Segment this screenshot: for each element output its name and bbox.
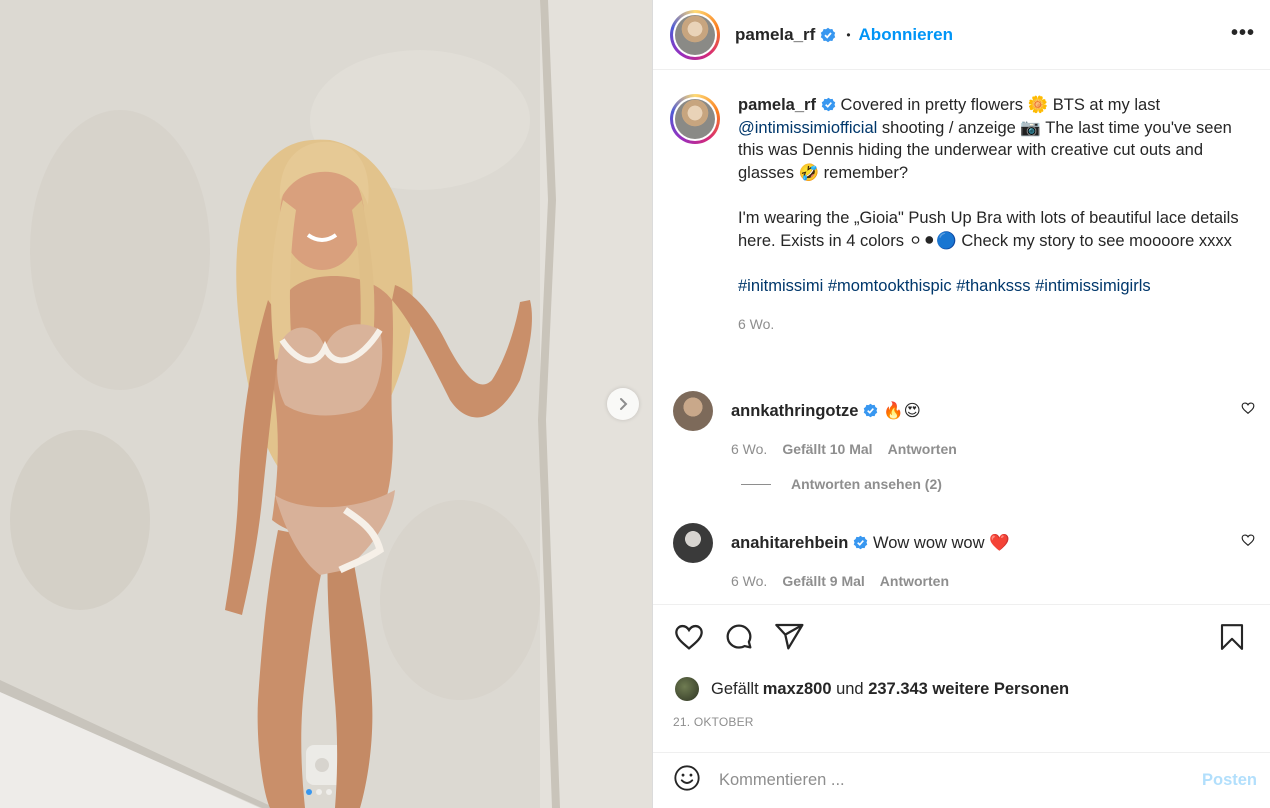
next-image-button[interactable] (607, 388, 639, 420)
comment-button[interactable] (723, 621, 755, 658)
author-avatar[interactable] (670, 9, 720, 60)
separator-dot: • (846, 27, 851, 42)
comment-form: Posten (653, 752, 1270, 808)
liker-username[interactable]: maxz800 (763, 680, 832, 699)
post-header: pamela_rf • Abonnieren ••• (653, 0, 1270, 70)
comment-item: anahitarehbein Wow wow wow ❤️ 6 Wo. Gefä… (673, 523, 1255, 589)
caption-hashtags[interactable]: #initmissimi #momtookthispic #thanksss #… (738, 275, 1250, 298)
more-options-icon[interactable]: ••• (1231, 22, 1255, 45)
carousel-dot (326, 789, 332, 795)
comment-input[interactable] (719, 771, 1179, 790)
heart-icon (675, 624, 703, 650)
caption-avatar[interactable] (670, 94, 720, 144)
heart-icon[interactable] (1241, 533, 1255, 547)
verified-icon (821, 27, 836, 42)
caption-text: pamela_rf Covered in pretty flowers 🌼 BT… (738, 94, 1250, 336)
post-modal: pamela_rf • Abonnieren ••• pamela_rf Cov… (0, 0, 1270, 808)
post-actions: Gefällt maxz800 und 237.343 weitere Pers… (653, 604, 1270, 752)
commenter-avatar[interactable] (673, 523, 713, 563)
commenter-username[interactable]: anahitarehbein (731, 534, 848, 552)
caption-time[interactable]: 6 Wo. (738, 313, 1250, 336)
carousel-indicator (306, 789, 332, 795)
comment-text: Wow wow wow ❤️ (872, 533, 1010, 552)
carousel-dot-active (306, 789, 312, 795)
caption-mention-link[interactable]: @intimissimiofficial (738, 119, 877, 137)
comment-likes[interactable]: Gefällt 10 Mal (782, 441, 872, 457)
heart-icon[interactable] (1241, 401, 1255, 415)
view-replies-button[interactable]: Antworten ansehen (2) (741, 476, 942, 492)
liker-avatar[interactable] (675, 677, 699, 701)
verified-icon (821, 97, 836, 112)
comment-item: annkathringotze 🔥😍 6 Wo. Gefällt 10 Mal … (673, 391, 1255, 457)
likes-prefix: Gefällt (711, 679, 759, 698)
follow-button[interactable]: Abonnieren (859, 25, 953, 45)
bookmark-icon (1220, 624, 1244, 650)
caption-paragraph-2: I'm wearing the „Gioia" Push Up Bra with… (738, 208, 1239, 250)
post-date[interactable]: 21. OKTOBER (673, 715, 754, 729)
post-details-panel: pamela_rf • Abonnieren ••• pamela_rf Cov… (652, 0, 1270, 808)
reply-button[interactable]: Antworten (880, 573, 949, 589)
commenter-username[interactable]: annkathringotze (731, 402, 858, 420)
commenter-avatar[interactable] (673, 391, 713, 431)
likes-middle: und (831, 679, 869, 698)
save-button[interactable] (1217, 621, 1247, 658)
verified-icon (864, 403, 878, 418)
caption-username[interactable]: pamela_rf (738, 96, 816, 114)
likes-summary: Gefällt maxz800 und 237.343 weitere Pers… (675, 677, 1069, 701)
post-comment-button[interactable]: Posten (1202, 771, 1257, 790)
caption: pamela_rf Covered in pretty flowers 🌼 BT… (670, 94, 1250, 336)
emoji-icon (674, 765, 700, 791)
likes-count[interactable]: 237.343 weitere Personen (868, 680, 1069, 699)
comment-time[interactable]: 6 Wo. (731, 573, 767, 589)
carousel-dot (316, 789, 322, 795)
comment-text: 🔥😍 (883, 402, 921, 420)
comment-icon (726, 624, 752, 649)
share-icon (775, 623, 804, 650)
reply-button[interactable]: Antworten (888, 441, 957, 457)
verified-icon (854, 535, 868, 549)
emoji-button[interactable] (673, 764, 701, 797)
caption-part-1: Covered in pretty flowers 🌼 BTS at my la… (835, 96, 1161, 114)
post-photo[interactable] (0, 0, 652, 808)
comment-likes[interactable]: Gefällt 9 Mal (782, 573, 864, 589)
photo-illustration (0, 0, 652, 808)
author-username[interactable]: pamela_rf (735, 25, 815, 45)
comment-time[interactable]: 6 Wo. (731, 441, 767, 457)
share-button[interactable] (773, 621, 805, 658)
like-button[interactable] (673, 621, 705, 658)
view-replies-label: Antworten ansehen (2) (791, 476, 942, 492)
chevron-right-icon (620, 398, 628, 410)
